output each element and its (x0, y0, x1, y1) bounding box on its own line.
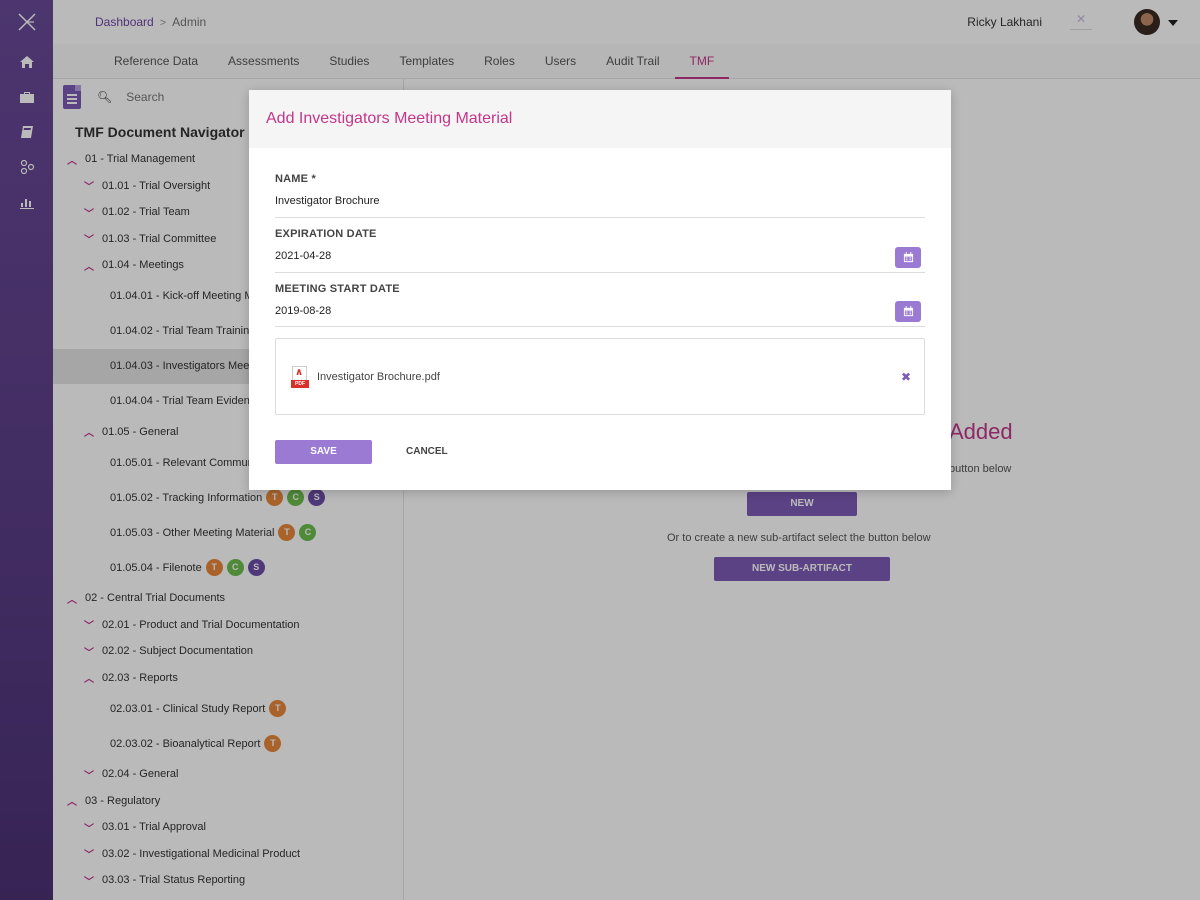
save-button[interactable]: SAVE (275, 440, 372, 464)
expiration-date-label: EXPIRATION DATE (275, 228, 377, 240)
meeting-start-date-input[interactable]: 2019-08-28 (275, 305, 925, 317)
expiration-date-field[interactable]: EXPIRATION DATE 2021-04-28 (275, 218, 925, 273)
expiration-date-input[interactable]: 2021-04-28 (275, 250, 925, 262)
close-icon[interactable]: ✖ (901, 370, 911, 384)
pdf-tag: PDF (291, 379, 309, 388)
dialog-title: Add Investigators Meeting Material (249, 90, 951, 148)
calendar-icon[interactable] (895, 301, 921, 322)
meeting-start-date-label: MEETING START DATE (275, 283, 400, 295)
name-field[interactable]: NAME * Investigator Brochure (275, 148, 925, 218)
attachment-filename: Investigator Brochure.pdf (317, 370, 440, 383)
calendar-icon[interactable] (895, 247, 921, 268)
attachment-box[interactable]: ∧ PDF Investigator Brochure.pdf ✖ (275, 338, 925, 415)
name-label: NAME * (275, 173, 316, 185)
meeting-start-date-field[interactable]: MEETING START DATE 2019-08-28 (275, 273, 925, 327)
cancel-button[interactable]: CANCEL (406, 440, 448, 464)
name-input[interactable]: Investigator Brochure (275, 195, 925, 207)
pdf-icon: ∧ PDF (291, 365, 309, 388)
add-material-dialog: Add Investigators Meeting Material NAME … (249, 90, 951, 490)
